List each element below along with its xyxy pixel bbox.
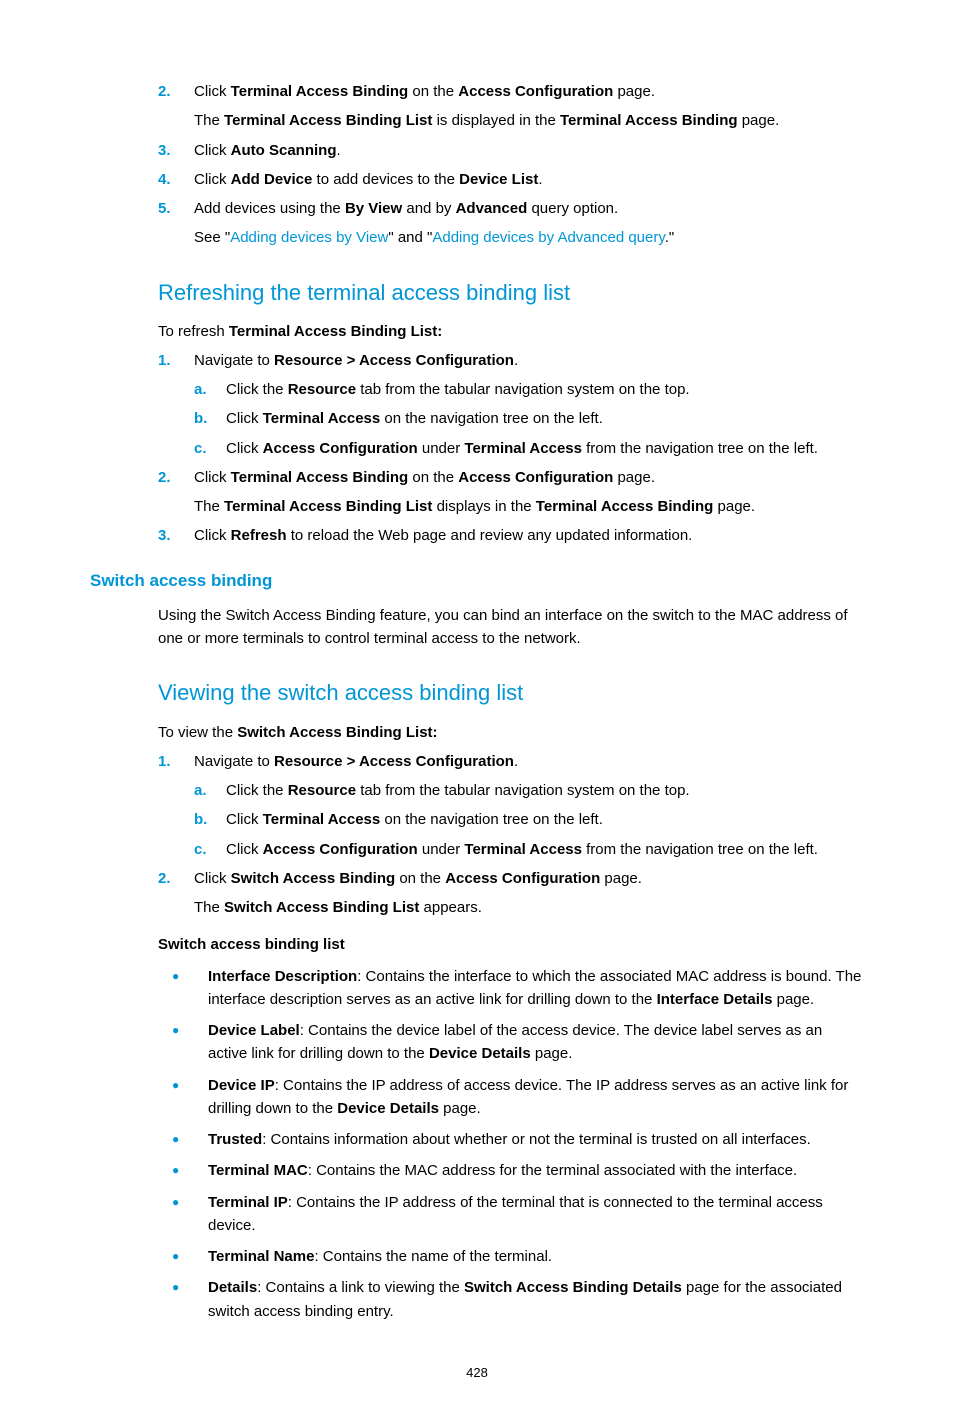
bullet-icon: ●	[172, 1128, 208, 1151]
substep-marker: a.	[194, 378, 226, 401]
step-marker: 2.	[158, 466, 194, 489]
bullet-terminal-mac: ● Terminal MAC: Contains the MAC address…	[90, 1159, 864, 1182]
bullet-details: ● Details: Contains a link to viewing th…	[90, 1276, 864, 1323]
step-marker: 5.	[158, 197, 194, 220]
step-marker: 2.	[158, 80, 194, 103]
step-3: 3. Click Auto Scanning.	[90, 139, 864, 162]
switch-access-para: Using the Switch Access Binding feature,…	[158, 604, 864, 651]
bullet-content: Terminal MAC: Contains the MAC address f…	[208, 1159, 864, 1182]
substep-content: Click Access Configuration under Termina…	[226, 838, 864, 861]
bullet-icon: ●	[172, 1159, 208, 1182]
heading-switch-access-binding: Switch access binding	[90, 568, 864, 594]
bullet-content: Trusted: Contains information about whet…	[208, 1128, 864, 1151]
step-content: Add devices using the By View and by Adv…	[194, 197, 864, 220]
step-content: Click Terminal Access Binding on the Acc…	[194, 466, 864, 489]
substep-marker: c.	[194, 838, 226, 861]
step-marker: 2.	[158, 867, 194, 890]
bullet-terminal-ip: ● Terminal IP: Contains the IP address o…	[90, 1191, 864, 1238]
bullet-icon: ●	[172, 1245, 208, 1268]
viewing-step-2: 2. Click Switch Access Binding on the Ac…	[90, 867, 864, 890]
viewing-step-1: 1. Navigate to Resource > Access Configu…	[90, 750, 864, 773]
viewing-step-1c: c. Click Access Configuration under Term…	[90, 838, 864, 861]
bullet-device-label: ● Device Label: Contains the device labe…	[90, 1019, 864, 1066]
step-content: Navigate to Resource > Access Configurat…	[194, 349, 864, 372]
viewing-step-1b: b. Click Terminal Access on the navigati…	[90, 808, 864, 831]
link-adding-by-view[interactable]: Adding devices by View	[230, 229, 388, 246]
step-5: 5. Add devices using the By View and by …	[90, 197, 864, 220]
step-marker: 3.	[158, 524, 194, 547]
step-4: 4. Click Add Device to add devices to th…	[90, 168, 864, 191]
refreshing-step-3: 3. Click Refresh to reload the Web page …	[90, 524, 864, 547]
refreshing-step-1c: c. Click Access Configuration under Term…	[90, 437, 864, 460]
substep-content: Click Terminal Access on the navigation …	[226, 407, 864, 430]
bullet-trusted: ● Trusted: Contains information about wh…	[90, 1128, 864, 1151]
heading-refreshing: Refreshing the terminal access binding l…	[158, 276, 864, 310]
refreshing-step-1b: b. Click Terminal Access on the navigati…	[90, 407, 864, 430]
refreshing-step-1: 1. Navigate to Resource > Access Configu…	[90, 349, 864, 372]
page-number: 428	[90, 1363, 864, 1383]
step-marker: 4.	[158, 168, 194, 191]
bullet-content: Device IP: Contains the IP address of ac…	[208, 1074, 864, 1121]
step-marker: 3.	[158, 139, 194, 162]
bullet-interface-description: ● Interface Description: Contains the in…	[90, 965, 864, 1012]
substep-marker: b.	[194, 808, 226, 831]
bullet-icon: ●	[172, 1276, 208, 1323]
bullet-icon: ●	[172, 965, 208, 1012]
substep-marker: b.	[194, 407, 226, 430]
step-content: Click Terminal Access Binding on the Acc…	[194, 80, 864, 103]
step-content: Click Switch Access Binding on the Acces…	[194, 867, 864, 890]
refreshing-step-2: 2. Click Terminal Access Binding on the …	[90, 466, 864, 489]
bullet-icon: ●	[172, 1191, 208, 1238]
step-2: 2. Click Terminal Access Binding on the …	[90, 80, 864, 103]
bullet-content: Details: Contains a link to viewing the …	[208, 1276, 864, 1323]
viewing-intro: To view the Switch Access Binding List:	[158, 721, 864, 744]
bullet-content: Terminal IP: Contains the IP address of …	[208, 1191, 864, 1238]
viewing-step-1a: a. Click the Resource tab from the tabul…	[90, 779, 864, 802]
bullet-content: Terminal Name: Contains the name of the …	[208, 1245, 864, 1268]
substep-content: Click Terminal Access on the navigation …	[226, 808, 864, 831]
substep-marker: a.	[194, 779, 226, 802]
bullet-device-ip: ● Device IP: Contains the IP address of …	[90, 1074, 864, 1121]
substep-content: Click Access Configuration under Termina…	[226, 437, 864, 460]
step-2-continuation: The Terminal Access Binding List is disp…	[90, 109, 864, 132]
bullet-icon: ●	[172, 1074, 208, 1121]
step-content: Click Auto Scanning.	[194, 139, 864, 162]
step-marker: 1.	[158, 750, 194, 773]
refreshing-step-2-continuation: The Terminal Access Binding List display…	[90, 495, 864, 518]
viewing-step-2-continuation: The Switch Access Binding List appears.	[90, 896, 864, 919]
substep-content: Click the Resource tab from the tabular …	[226, 378, 864, 401]
step-marker: 1.	[158, 349, 194, 372]
step-content: Click Add Device to add devices to the D…	[194, 168, 864, 191]
bullet-terminal-name: ● Terminal Name: Contains the name of th…	[90, 1245, 864, 1268]
substep-content: Click the Resource tab from the tabular …	[226, 779, 864, 802]
step-content: Navigate to Resource > Access Configurat…	[194, 750, 864, 773]
switch-access-list-heading: Switch access binding list	[158, 933, 864, 956]
step-content: Click Refresh to reload the Web page and…	[194, 524, 864, 547]
bullet-content: Device Label: Contains the device label …	[208, 1019, 864, 1066]
bullet-icon: ●	[172, 1019, 208, 1066]
refreshing-intro: To refresh Terminal Access Binding List:	[158, 320, 864, 343]
link-adding-by-advanced[interactable]: Adding devices by Advanced query	[432, 229, 664, 246]
refreshing-step-1a: a. Click the Resource tab from the tabul…	[90, 378, 864, 401]
heading-viewing: Viewing the switch access binding list	[158, 676, 864, 710]
substep-marker: c.	[194, 437, 226, 460]
bullet-content: Interface Description: Contains the inte…	[208, 965, 864, 1012]
step-5-continuation: See "Adding devices by View" and "Adding…	[90, 226, 864, 249]
